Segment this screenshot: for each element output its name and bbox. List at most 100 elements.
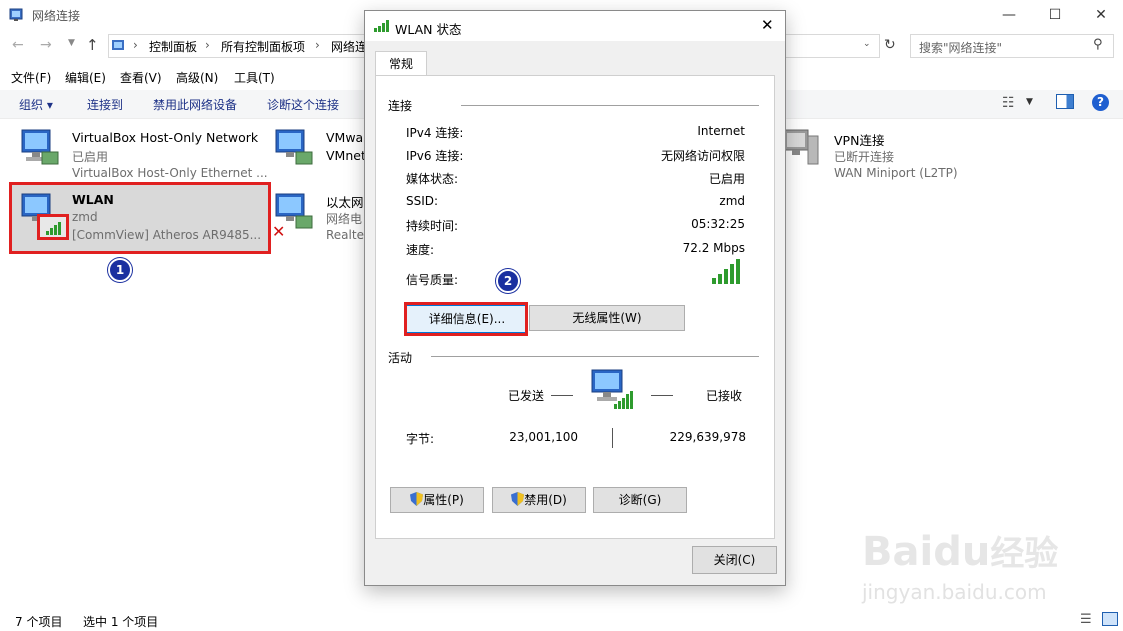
diagnose-button[interactable]: 诊断(G)	[593, 487, 687, 513]
media-state-label: 媒体状态:	[406, 172, 459, 186]
properties-button[interactable]: 属性(P)	[390, 487, 484, 513]
menu-edit[interactable]: 编辑(E)	[65, 69, 106, 86]
speed-label: 速度:	[406, 243, 435, 257]
bytes-sent: 23,001,100	[509, 430, 578, 444]
close-window-button[interactable]: ✕	[1078, 0, 1123, 30]
signal-quality-label: 信号质量:	[406, 273, 459, 287]
media-state-value: 已启用	[708, 172, 745, 186]
view-options-icon[interactable]: ☷	[1002, 95, 1015, 111]
connection-status: 已断开连接	[834, 150, 895, 164]
item-count: 7 个项目	[15, 615, 63, 629]
menu-file[interactable]: 文件(F)	[11, 69, 51, 86]
received-dash	[651, 395, 673, 396]
duration-value: 05:32:25	[691, 217, 745, 231]
watermark-logo: Baidu经验	[862, 526, 1058, 575]
large-icons-view-icon[interactable]	[1102, 612, 1118, 626]
section-activity-title: 活动	[388, 351, 413, 365]
address-dropdown-icon[interactable]: ⌄	[863, 39, 871, 49]
ipv6-label: IPv6 连接:	[406, 149, 464, 163]
signal-bars-icon	[374, 20, 389, 32]
connection-status: zmd	[72, 210, 98, 224]
network-connections-icon	[9, 8, 23, 21]
connection-device: VirtualBox Host-Only Ethernet ...	[72, 166, 268, 180]
section-divider	[461, 105, 759, 106]
highlight-details-button	[404, 302, 528, 336]
help-icon[interactable]: ?	[1092, 94, 1109, 111]
view-dropdown-icon[interactable]: ▼	[1026, 97, 1033, 107]
connection-name: VMwar	[326, 130, 369, 145]
connection-device: WAN Miniport (L2TP)	[834, 166, 958, 180]
organize-button[interactable]: 组织 ▾	[19, 96, 53, 113]
breadcrumb-separator-icon: ›	[315, 38, 320, 52]
back-arrow-icon[interactable]: ←	[12, 37, 24, 53]
connection-device: Realtel	[326, 228, 368, 242]
breadcrumb-separator-icon: ›	[205, 38, 210, 52]
connection-device: [CommView] Atheros AR9485...	[72, 228, 262, 242]
connection-name: WLAN	[72, 192, 114, 207]
breadcrumb-control-panel[interactable]: 控制面板	[149, 38, 197, 55]
connect-to-button[interactable]: 连接到	[87, 96, 123, 113]
menu-advanced[interactable]: 高级(N)	[176, 69, 218, 86]
speed-value: 72.2 Mbps	[682, 241, 745, 255]
section-divider	[431, 356, 759, 357]
breadcrumb-all-items[interactable]: 所有控制面板项	[221, 38, 305, 55]
breadcrumb-network[interactable]: 网络连	[331, 38, 367, 55]
details-view-icon[interactable]: ☰	[1080, 612, 1092, 627]
forward-arrow-icon[interactable]: →	[40, 37, 52, 53]
duration-label: 持续时间:	[406, 219, 459, 233]
breadcrumb-separator-icon: ›	[133, 38, 138, 52]
menu-tools[interactable]: 工具(T)	[234, 69, 275, 86]
network-adapter-icon	[21, 129, 59, 165]
highlight-signal-icon	[37, 214, 69, 240]
list-item-vpn[interactable]	[780, 128, 822, 171]
general-panel: 连接 IPv4 连接: Internet IPv6 连接: 无网络访问权限 媒体…	[375, 75, 775, 539]
ipv4-label: IPv4 连接:	[406, 126, 464, 140]
bytes-divider	[612, 428, 613, 448]
received-label: 已接收	[706, 389, 743, 403]
watermark-brand2: du	[933, 529, 991, 575]
preview-pane-icon[interactable]	[1056, 94, 1074, 109]
ipv6-value: 无网络访问权限	[660, 149, 745, 163]
refresh-icon[interactable]: ↻	[884, 37, 896, 53]
bytes-received: 229,639,978	[669, 430, 746, 444]
wireless-properties-button[interactable]: 无线属性(W)	[529, 305, 685, 331]
watermark-cn: 经验	[990, 534, 1059, 574]
connection-status: 已启用	[72, 150, 109, 164]
close-button[interactable]: 关闭(C)	[692, 546, 777, 574]
disconnected-x-icon: ✕	[272, 222, 286, 241]
signal-quality-bars-icon	[712, 259, 740, 284]
control-panel-icon	[112, 40, 124, 50]
tab-general[interactable]: 常规	[375, 51, 427, 76]
diagnose-connection-button[interactable]: 诊断这个连接	[267, 96, 339, 113]
list-item-virtualbox[interactable]	[18, 128, 60, 171]
connection-status: VMnet	[326, 148, 366, 163]
connection-name: VirtualBox Host-Only Network	[72, 130, 259, 145]
uac-shield-icon	[511, 492, 525, 506]
disable-button[interactable]: 禁用(D)	[492, 487, 586, 513]
search-input[interactable]: 搜索"网络连接" ⚲	[910, 34, 1114, 58]
dialog-close-icon[interactable]: ✕	[761, 16, 774, 34]
disable-device-button[interactable]: 禁用此网络设备	[153, 96, 237, 113]
connection-status: 网络电	[326, 212, 363, 226]
bytes-label: 字节:	[406, 432, 435, 446]
sent-label: 已发送	[508, 389, 545, 403]
signal-bars-icon	[46, 222, 61, 235]
watermark-brand: Bai	[862, 529, 934, 575]
up-arrow-icon[interactable]: ↑	[86, 36, 99, 54]
recent-chevron-icon[interactable]: ▼	[68, 38, 75, 48]
maximize-button[interactable]: ☐	[1032, 0, 1078, 30]
step-badge-2: 2	[496, 269, 520, 293]
dialog-titlebar: WLAN 状态 ✕	[365, 11, 785, 41]
minimize-button[interactable]: —	[986, 0, 1032, 30]
search-placeholder: 搜索"网络连接"	[919, 41, 1003, 55]
search-icon[interactable]: ⚲	[1093, 37, 1103, 52]
list-item-vmware[interactable]	[272, 128, 314, 171]
menu-view[interactable]: 查看(V)	[120, 69, 162, 86]
wlan-status-dialog: WLAN 状态 ✕ 常规 连接 IPv4 连接: Internet IPv6 连…	[364, 10, 786, 586]
network-adapter-icon	[275, 129, 313, 165]
dialog-title: WLAN 状态	[395, 22, 462, 37]
uac-shield-icon	[410, 492, 424, 506]
selected-count: 选中 1 个项目	[83, 615, 159, 629]
ipv4-value: Internet	[697, 124, 745, 138]
sent-dash	[551, 395, 573, 396]
